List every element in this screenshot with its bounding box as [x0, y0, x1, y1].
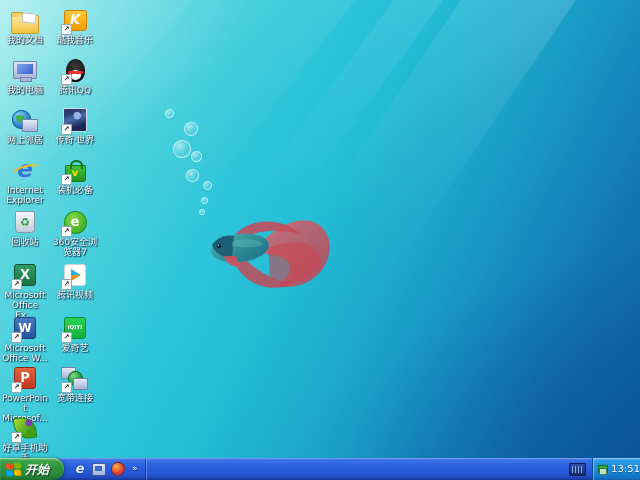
bubble [191, 151, 202, 162]
icon-label: 腾讯视频 [56, 291, 93, 301]
screen: 我的文档 我的电脑 网上邻居 e Internet Explorer ♻ 回收站… [0, 0, 640, 480]
icon-label: 好卓手机助手 [2, 444, 48, 458]
desktop-icon-broadband-connection[interactable]: ↗ 宽带连接 [51, 363, 99, 404]
excel-icon: X ↗ [10, 260, 40, 290]
desktop-icon-word[interactable]: W ↗ Microsoft Office W... [1, 313, 49, 364]
bubble [203, 181, 212, 190]
qq-icon: ↗ [60, 55, 90, 85]
show-desktop-icon[interactable] [92, 462, 106, 476]
quick-launch-ie-icon[interactable]: e [73, 462, 87, 477]
icon-label: 传奇·世界 [55, 136, 95, 146]
word-icon: W ↗ [10, 313, 40, 343]
desktop-icon-legend-world[interactable]: ↗ 传奇·世界 [51, 105, 99, 146]
desktop-icon-my-documents[interactable]: 我的文档 [1, 5, 49, 46]
desktop-icon-360-browser[interactable]: e ↗ 360安全浏览器7 [51, 207, 99, 258]
icon-label: 我的文档 [6, 36, 43, 46]
my-computer-icon [10, 55, 40, 85]
kuwo-music-icon: K ↗ [60, 5, 90, 35]
broadband-connection-icon: ↗ [60, 363, 90, 393]
desktop-icon-recycle-bin[interactable]: ♻ 回收站 [1, 207, 49, 248]
bubble [186, 169, 199, 182]
360-browser-icon: e ↗ [60, 207, 90, 237]
shortcut-arrow-icon: ↗ [61, 382, 72, 393]
recycle-bin-icon: ♻ [10, 207, 40, 237]
tencent-video-icon: ↗ [60, 260, 90, 290]
icon-label: 网上邻居 [6, 136, 43, 146]
desktop-icon-tencent-video[interactable]: ↗ 腾讯视频 [51, 260, 99, 301]
start-button-label: 开始 [25, 462, 50, 477]
icon-label: 我的电脑 [6, 86, 43, 96]
desktop-icon-qq[interactable]: ↗ 腾讯QQ [51, 55, 99, 96]
desktop-icon-zhuangji-bibei[interactable]: v ↗ 装机必备 [51, 155, 99, 196]
network-places-icon [10, 105, 40, 135]
icon-label: 爱奇艺 [61, 344, 89, 354]
start-button[interactable]: 开始 [0, 458, 64, 480]
shortcut-arrow-icon: ↗ [61, 74, 72, 85]
bubble [165, 109, 174, 118]
quick-launch-bar: e » [64, 458, 146, 480]
powerpoint-icon: P ↗ [10, 363, 40, 393]
icon-label: 腾讯QQ [58, 86, 92, 96]
bubble [184, 122, 198, 136]
icon-label: 360安全浏览器7 [52, 238, 98, 258]
internet-explorer-icon: e [9, 155, 45, 185]
input-method-keyboard-icon[interactable] [569, 462, 586, 476]
taskbar: 开始 e » 13:51 [0, 458, 640, 480]
iqiyi-icon: iQIYI ↗ [60, 313, 90, 343]
bubble [173, 140, 191, 158]
light-ray [244, 0, 640, 375]
desktop-wallpaper: 我的文档 我的电脑 网上邻居 e Internet Explorer ♻ 回收站… [0, 0, 640, 458]
desktop-icon-iqiyi[interactable]: iQIYI ↗ 爱奇艺 [51, 313, 99, 354]
my-documents-icon [10, 5, 40, 35]
shortcut-arrow-icon: ↗ [61, 174, 72, 185]
quick-launch-overflow-chevron[interactable]: » [130, 458, 138, 480]
shortcut-arrow-icon: ↗ [61, 24, 72, 35]
windows-logo-icon [6, 461, 21, 477]
icon-label: Internet Explorer [6, 186, 44, 206]
shortcut-arrow-icon: ↗ [11, 332, 22, 343]
icon-label: 宽带连接 [56, 394, 93, 404]
shortcut-arrow-icon: ↗ [61, 332, 72, 343]
shortcut-arrow-icon: ↗ [61, 279, 72, 290]
betta-fish-wallpaper [211, 220, 330, 288]
desktop-icon-network-places[interactable]: 网上邻居 [1, 105, 49, 146]
network-tray-icon[interactable] [598, 464, 609, 475]
system-tray: 13:51 [592, 458, 640, 480]
clock[interactable]: 13:51 [611, 464, 640, 475]
software-bag-icon: v ↗ [60, 155, 90, 185]
desktop-icon-haozhuo-assistant[interactable]: ↗ 好卓手机助手 [1, 413, 49, 458]
shortcut-arrow-icon: ↗ [11, 279, 22, 290]
icon-label: 酷我音乐 [56, 36, 93, 46]
icon-label: 装机必备 [56, 186, 93, 196]
quick-launch-media-icon[interactable] [111, 462, 125, 476]
shortcut-arrow-icon: ↗ [11, 382, 22, 393]
haozhuo-assistant-icon: ↗ [10, 413, 40, 443]
legend-world-game-icon: ↗ [60, 105, 90, 135]
desktop-icon-kuwo-music[interactable]: K ↗ 酷我音乐 [51, 5, 99, 46]
icon-label: 回收站 [11, 238, 39, 248]
shortcut-arrow-icon: ↗ [11, 432, 22, 443]
shortcut-arrow-icon: ↗ [61, 226, 72, 237]
desktop-icon-internet-explorer[interactable]: e Internet Explorer [1, 155, 49, 206]
icon-label: Microsoft Office W... [2, 344, 48, 364]
taskbar-empty-area [146, 458, 569, 480]
desktop-icon-my-computer[interactable]: 我的电脑 [1, 55, 49, 96]
shortcut-arrow-icon: ↗ [61, 124, 72, 135]
desktop-icon-excel[interactable]: X ↗ Microsoft Office Ex... [1, 260, 49, 321]
